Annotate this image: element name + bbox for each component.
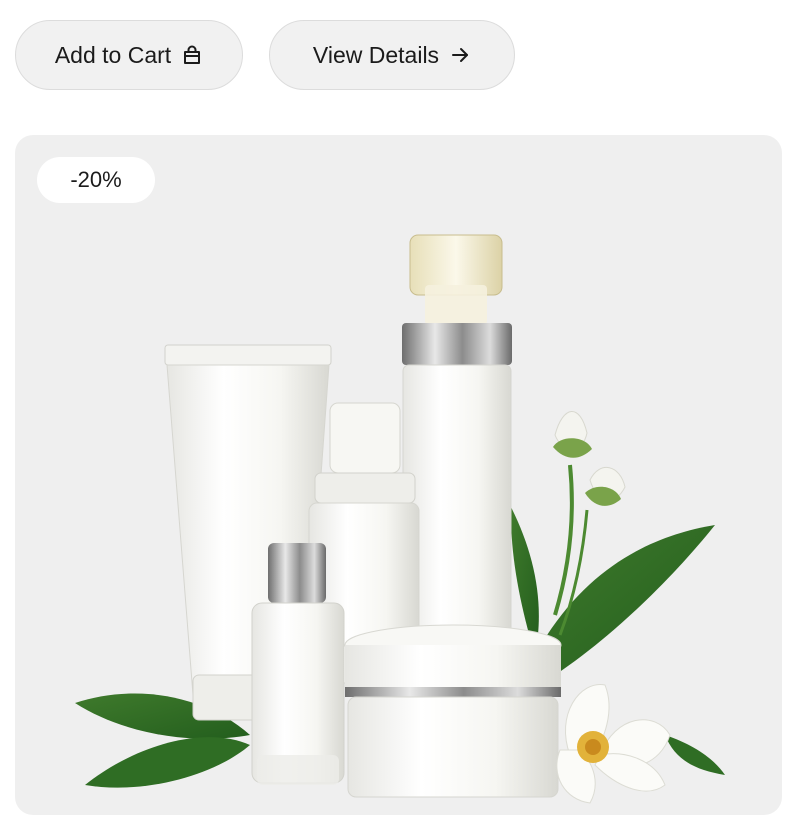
product-actions: Add to Cart View Details [15,20,515,90]
shopping-bag-icon [181,44,203,66]
add-to-cart-label: Add to Cart [54,41,172,68]
arrow-right-icon [449,44,471,66]
product-image [75,234,725,804]
add-to-cart-button[interactable]: Add to Cart [15,20,243,90]
discount-badge: -20% [37,157,155,203]
view-details-button[interactable]: View Details [269,20,515,90]
product-card[interactable]: -20% [15,135,782,815]
view-details-label: View Details [312,41,440,68]
